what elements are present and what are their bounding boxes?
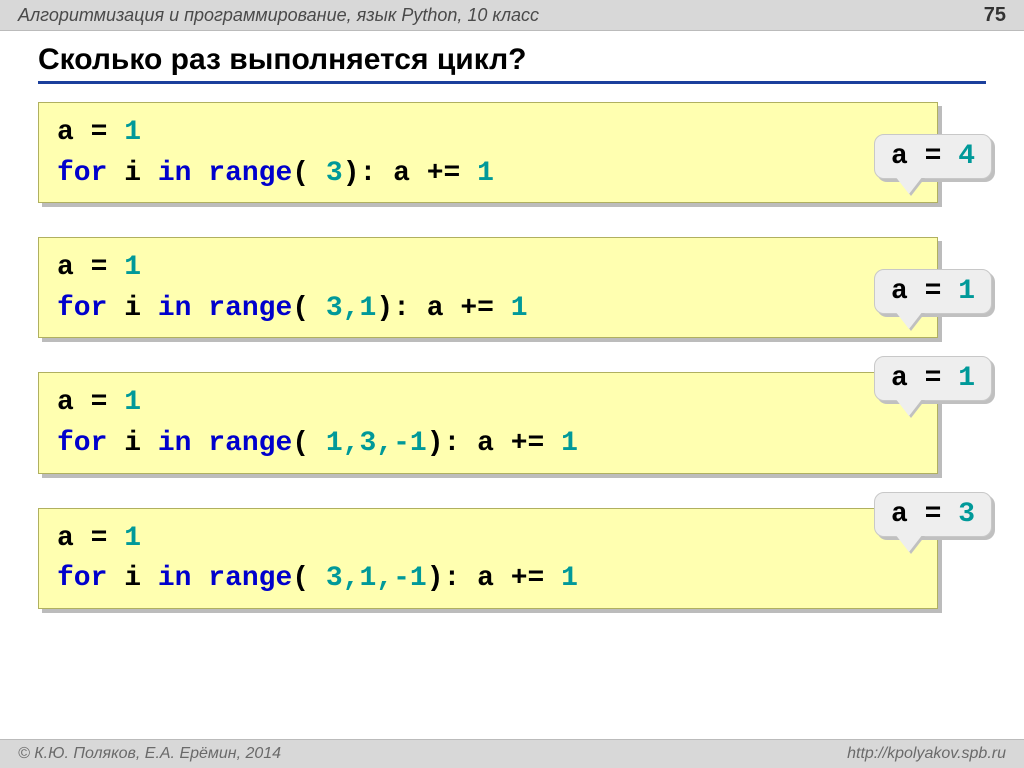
paren-open: ( [292,428,326,459]
answer-value: 4 [958,141,975,172]
footer-left: © К.Ю. Поляков, Е.А. Ерёмин, 2014 [18,745,281,763]
code-line-2: for i in range( 1,3,-1): a += 1 [57,424,923,465]
answer-bubble: a = 4 [874,134,992,179]
increment: 1 [477,158,494,189]
increment: 1 [511,293,528,324]
page-number: 75 [984,4,1006,27]
answer-value: 1 [958,363,975,394]
increment: 1 [561,428,578,459]
func-range: range [208,563,292,594]
answer-eq: = [908,363,958,394]
var-a: a [57,387,74,418]
answer-eq: = [908,141,958,172]
bubble-tail-icon [895,398,923,416]
func-range: range [208,428,292,459]
keyword-in: in [158,428,192,459]
code-box: a = 1 for i in range( 3): a += 1 [38,102,938,203]
code-line-2: for i in range( 3,1): a += 1 [57,289,923,330]
literal: 1 [124,252,141,283]
code-box: a = 1 for i in range( 3,1): a += 1 [38,237,938,338]
keyword-for: for [57,293,107,324]
range-args: 3,1 [326,293,376,324]
keyword-for: for [57,428,107,459]
eq-sign: = [74,523,124,554]
func-range: range [208,158,292,189]
var-i: i [107,428,157,459]
answer-bubble: a = 1 [874,356,992,401]
answer-value: 1 [958,276,975,307]
answer-bubble: a = 3 [874,492,992,537]
answer-eq: = [908,276,958,307]
slide-content: Сколько раз выполняется цикл? a = 1 for … [0,31,1024,609]
keyword-in: in [158,563,192,594]
range-args: 1,3,-1 [326,428,427,459]
code-blocks-container: a = 1 for i in range( 3): a += 1 a = 4 a… [38,102,986,609]
code-line-1: a = 1 [57,113,923,154]
code-line-1: a = 1 [57,248,923,289]
literal: 1 [124,523,141,554]
keyword-for: for [57,563,107,594]
body-text: ): a += [427,563,561,594]
keyword-in: in [158,293,192,324]
question-heading: Сколько раз выполняется цикл? [38,43,986,84]
var-a: a [57,117,74,148]
literal: 1 [124,387,141,418]
var-i: i [107,158,157,189]
var-i: i [107,293,157,324]
header-bar: Алгоритмизация и программирование, язык … [0,0,1024,31]
body-text: ): a += [343,158,477,189]
answer-eq: = [908,499,958,530]
code-line-2: for i in range( 3): a += 1 [57,154,923,195]
answer-value: 3 [958,499,975,530]
bubble-tail-icon [895,534,923,552]
bubble-tail-icon [895,176,923,194]
code-block: a = 1 for i in range( 1,3,-1): a += 1 a … [38,372,986,473]
var-a: a [57,523,74,554]
code-block: a = 1 for i in range( 3,1): a += 1 a = 1 [38,237,986,338]
range-args: 3,1,-1 [326,563,427,594]
answer-var: a [891,141,908,172]
bubble-tail-icon [895,311,923,329]
footer-bar: © К.Ю. Поляков, Е.А. Ерёмин, 2014 http:/… [0,739,1024,768]
eq-sign: = [74,252,124,283]
range-args: 3 [326,158,343,189]
func-range: range [208,293,292,324]
code-line-2: for i in range( 3,1,-1): a += 1 [57,559,923,600]
literal: 1 [124,117,141,148]
answer-var: a [891,499,908,530]
code-line-1: a = 1 [57,519,923,560]
footer-right: http://kpolyakov.spb.ru [847,745,1006,763]
answer-bubble: a = 1 [874,269,992,314]
keyword-in: in [158,158,192,189]
answer-var: a [891,363,908,394]
eq-sign: = [74,117,124,148]
paren-open: ( [292,563,326,594]
paren-open: ( [292,293,326,324]
body-text: ): a += [427,428,561,459]
code-line-1: a = 1 [57,383,923,424]
code-box: a = 1 for i in range( 3,1,-1): a += 1 [38,508,938,609]
eq-sign: = [74,387,124,418]
header-title: Алгоритмизация и программирование, язык … [18,5,539,26]
code-block: a = 1 for i in range( 3,1,-1): a += 1 a … [38,508,986,609]
increment: 1 [561,563,578,594]
keyword-for: for [57,158,107,189]
var-a: a [57,252,74,283]
answer-var: a [891,276,908,307]
code-block: a = 1 for i in range( 3): a += 1 a = 4 [38,102,986,203]
paren-open: ( [292,158,326,189]
code-box: a = 1 for i in range( 1,3,-1): a += 1 [38,372,938,473]
var-i: i [107,563,157,594]
body-text: ): a += [376,293,510,324]
